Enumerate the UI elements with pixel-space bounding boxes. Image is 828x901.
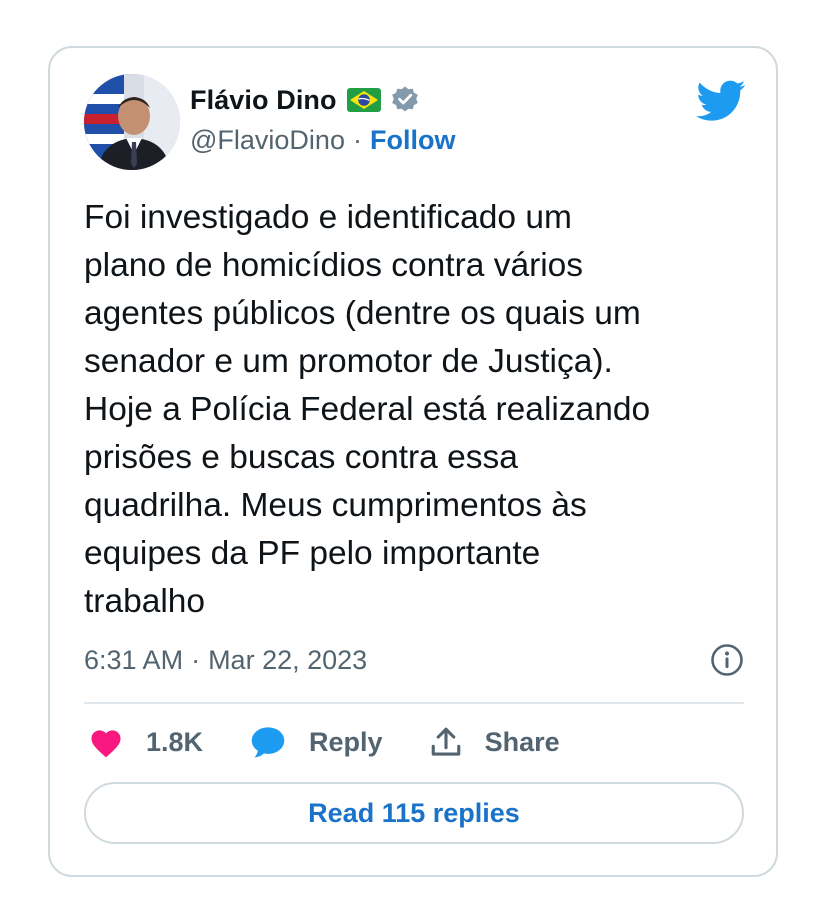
info-icon[interactable] [710,643,744,677]
user-info: Flávio Dino @FlavioDino · Follow [190,80,455,160]
author-name[interactable]: Flávio Dino [190,85,337,116]
reply-label: Reply [309,726,383,757]
meta-separator: · [191,644,201,675]
name-row: Flávio Dino [190,80,455,120]
share-label: Share [484,726,560,757]
share-button[interactable]: Share [429,725,560,759]
reply-bubble-icon [251,727,285,758]
divider [84,702,744,704]
tweet-meta: 6:31 AM · Mar 22, 2023 [84,638,744,682]
verified-badge-icon [390,85,420,115]
handle-separator: · [352,124,362,155]
tweet-date[interactable]: Mar 22, 2023 [208,645,367,676]
twitter-bird-icon[interactable] [696,80,746,122]
like-button[interactable]: 1.8K [88,726,203,758]
brazil-flag-icon [346,88,381,112]
reply-button[interactable]: Reply [249,725,383,759]
heart-icon [91,730,121,758]
tweet-text: Foi investigado e identificado um plano … [84,199,651,620]
read-replies-button[interactable]: Read 115 replies [84,782,744,844]
tweet-actions: 1.8K Reply Share [88,720,606,764]
avatar[interactable] [84,74,180,170]
share-icon [431,727,460,756]
tweet-header: Flávio Dino @FlavioDino · Follow [84,74,746,174]
like-count: 1.8K [146,726,204,757]
follow-button[interactable]: Follow [370,125,455,156]
handle-row: @FlavioDino · Follow [190,120,455,160]
author-handle[interactable]: @FlavioDino [190,125,345,156]
tweet-card: Flávio Dino @FlavioDino · Follow Foi inv… [48,46,778,877]
tweet-time[interactable]: 6:31 AM [84,645,183,676]
